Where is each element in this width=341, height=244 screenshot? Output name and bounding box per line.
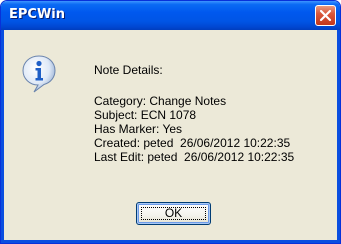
- message-dialog: EPCWin Note Details: Category: Change No…: [0, 0, 341, 244]
- detail-category: Category: Change Notes: [94, 94, 227, 108]
- detail-last-edit: Last Edit: peted 26/06/2012 10:22:35: [94, 150, 295, 164]
- close-icon: [319, 9, 332, 22]
- detail-subject: Subject: ECN 1078: [94, 108, 197, 122]
- window-title: EPCWin: [9, 7, 65, 22]
- frame-left: [1, 30, 4, 243]
- detail-created: Created: peted 26/06/2012 10:22:35: [94, 136, 291, 150]
- ok-button[interactable]: OK: [136, 202, 211, 225]
- ok-button-label: OK: [164, 206, 183, 220]
- detail-has-marker: Has Marker: Yes: [94, 122, 183, 136]
- info-icon: [22, 55, 56, 93]
- note-details-heading: Note Details:: [94, 63, 163, 77]
- close-button[interactable]: [315, 5, 336, 26]
- title-bar[interactable]: EPCWin: [1, 1, 340, 30]
- frame-bottom: [1, 240, 340, 243]
- frame-right: [337, 30, 340, 243]
